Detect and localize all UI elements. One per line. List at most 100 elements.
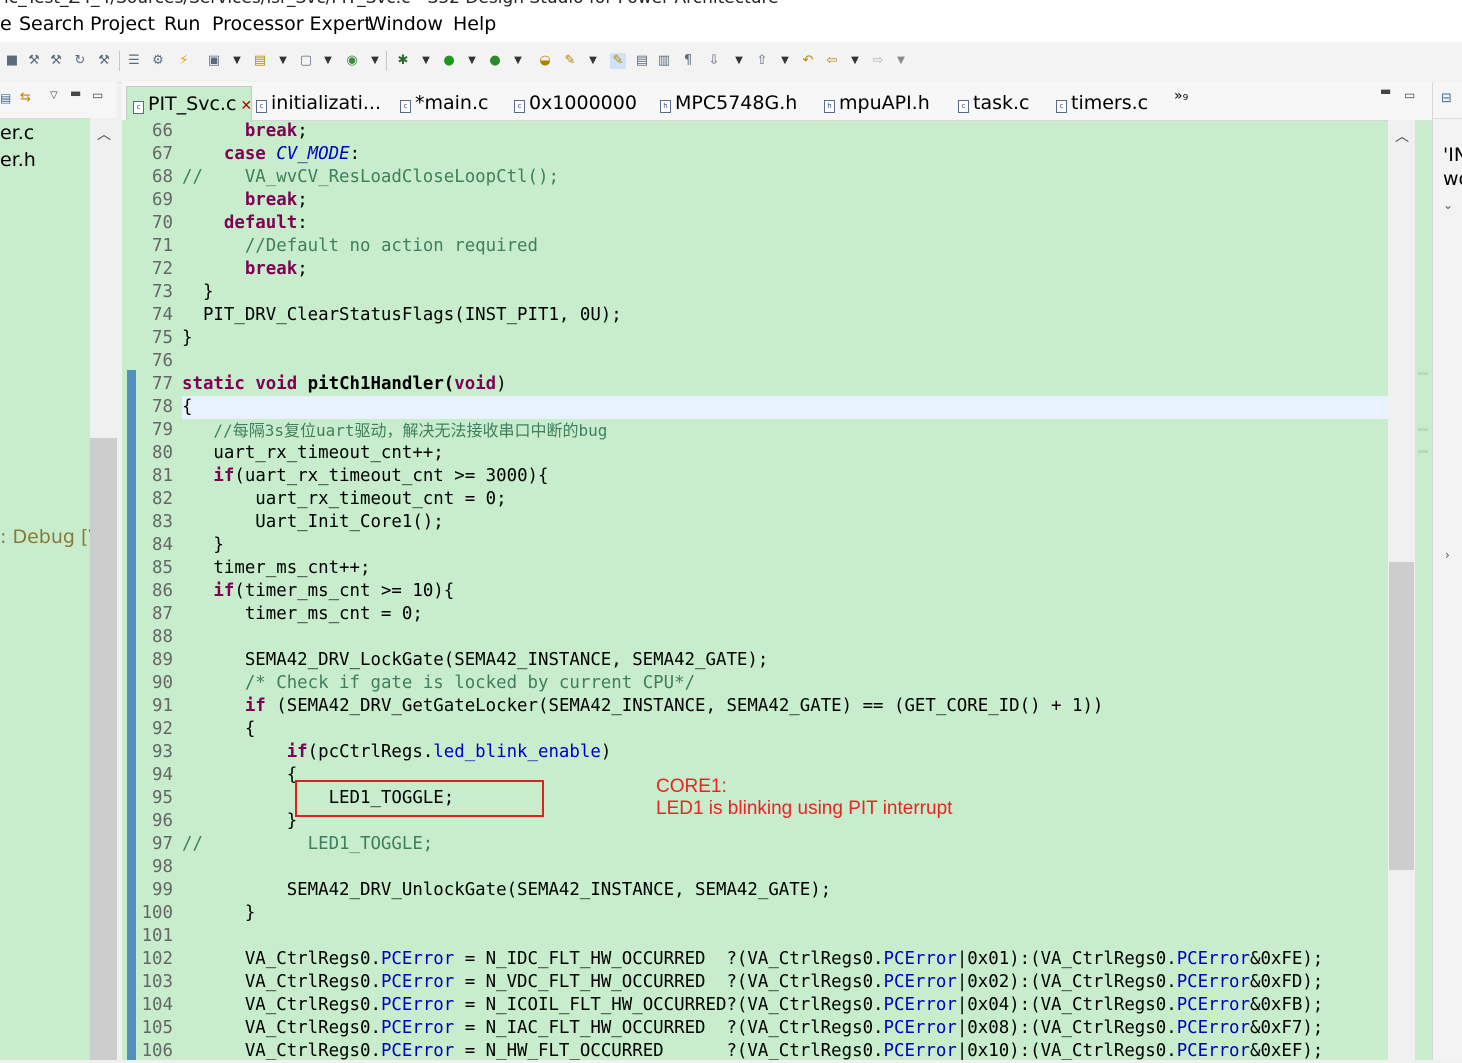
new-icon[interactable]: ▣: [206, 53, 222, 69]
chevron-down-icon[interactable]: ▼: [513, 53, 523, 69]
build-all-icon[interactable]: ⚒: [48, 53, 64, 69]
chevron-down-icon[interactable]: ▼: [278, 53, 288, 69]
code-line: timer_ms_cnt++;: [182, 558, 371, 578]
h-file-icon: h: [660, 100, 671, 113]
file-item[interactable]: er.c: [0, 122, 34, 144]
chevron-down-icon[interactable]: ▼: [734, 53, 744, 69]
tab-task[interactable]: c task.c: [958, 86, 1029, 120]
word-wrap-icon[interactable]: ▤: [634, 53, 650, 69]
minimize-icon[interactable]: ▬: [1380, 84, 1391, 98]
menu-window[interactable]: Window: [368, 13, 443, 35]
chevron-down-icon[interactable]: ▼: [780, 53, 790, 69]
menu-processor-expert[interactable]: Processor Expert: [212, 13, 372, 35]
view-icon[interactable]: ▤: [0, 91, 11, 105]
menu-search[interactable]: Search: [19, 13, 84, 35]
refresh-target-icon[interactable]: ◉: [344, 53, 360, 69]
occurrence-marker[interactable]: [1418, 372, 1428, 375]
scroll-up-icon[interactable]: ︿: [1395, 126, 1409, 146]
line-number: 95: [152, 788, 173, 808]
maximize-icon[interactable]: ▭: [92, 88, 103, 102]
chevron-down-icon[interactable]: ⌄: [1443, 198, 1453, 212]
close-icon[interactable]: ✕: [240, 98, 252, 114]
c-file-icon: c: [256, 100, 267, 113]
outline-item[interactable]: wo: [1443, 168, 1462, 190]
scroll-up-icon[interactable]: ︿: [97, 124, 111, 144]
h-file-icon: h: [824, 100, 835, 113]
chevron-down-icon[interactable]: ▼: [421, 53, 431, 69]
scrollbar-thumb[interactable]: [90, 438, 117, 1060]
outline-icon[interactable]: ⊟: [1441, 91, 1452, 106]
editor-scrollbar[interactable]: ︿: [1388, 120, 1415, 1060]
code-line: SEMA42_DRV_UnlockGate(SEMA42_INSTANCE, S…: [182, 880, 832, 900]
save-icon[interactable]: ■: [4, 53, 20, 69]
forward-icon[interactable]: ⇨: [870, 53, 886, 69]
minimize-icon[interactable]: ▬: [70, 86, 81, 100]
file-item[interactable]: er.h: [0, 149, 36, 171]
chevron-down-icon[interactable]: ▼: [232, 53, 242, 69]
debug-icon[interactable]: ✱: [395, 53, 411, 69]
line-number: 105: [141, 1018, 173, 1038]
toolbar-separator: [386, 51, 387, 71]
chevron-right-icon[interactable]: ›: [1445, 548, 1450, 562]
line-number: 82: [152, 489, 173, 509]
lightning-icon[interactable]: ⚡: [176, 53, 192, 69]
tab-mpuapi[interactable]: h mpuAPI.h: [824, 86, 930, 120]
back-icon[interactable]: ⇦: [824, 53, 840, 69]
last-edit-icon[interactable]: ↶: [800, 53, 816, 69]
tab-initialization[interactable]: c initializati...: [256, 86, 381, 120]
view-menu-icon[interactable]: ▽: [50, 90, 58, 101]
debug-config-label[interactable]: : Debug [V: [0, 526, 101, 548]
next-annotation-icon[interactable]: ⇩: [706, 53, 722, 69]
toggle-mark-icon[interactable]: ✎: [610, 53, 626, 69]
occurrence-marker[interactable]: [1418, 450, 1428, 453]
tab-main[interactable]: c *main.c: [400, 86, 488, 120]
code-line: PIT_DRV_ClearStatusFlags(INST_PIT1, 0U);: [182, 305, 622, 325]
menu-edit[interactable]: e: [0, 13, 12, 35]
outline-item[interactable]: 'IN: [1443, 144, 1462, 166]
show-whitespace-icon[interactable]: ¶: [680, 53, 696, 69]
menu-run[interactable]: Run: [164, 13, 200, 35]
occurrence-marker[interactable]: [1418, 428, 1428, 431]
code-line: }: [182, 282, 214, 302]
menu-project[interactable]: Project: [90, 13, 155, 35]
code-area[interactable]: break; case CV_MODE: // VA_wvCV_ResLoadC…: [182, 120, 1388, 1060]
scrollbar-thumb[interactable]: [1389, 562, 1414, 870]
open-perspective-icon[interactable]: ◒: [537, 53, 553, 69]
line-number-gutter: 66 67 68 69 70 71 72 73 74 75 76 77 78 79 80 81 82 83 84 85…: [137, 120, 181, 1061]
new-file-icon[interactable]: ▢: [298, 53, 314, 69]
link-editor-icon[interactable]: ⇆: [20, 90, 31, 105]
block-select-icon[interactable]: ▥: [656, 53, 672, 69]
chevron-down-icon[interactable]: ▼: [467, 53, 477, 69]
chevron-down-icon[interactable]: ▼: [850, 53, 860, 69]
run-icon[interactable]: ●: [441, 53, 457, 69]
panel-header: ▤ ⇆ ▽ ▬ ▭: [0, 82, 117, 119]
tab-disassembly[interactable]: c 0x1000000: [514, 86, 637, 120]
clean-icon[interactable]: ⚒: [96, 53, 112, 69]
chevron-down-icon[interactable]: ▼: [370, 53, 380, 69]
external-tools-icon[interactable]: ●: [487, 53, 503, 69]
open-icon[interactable]: ▤: [252, 53, 268, 69]
build-icon[interactable]: ⚒: [26, 53, 42, 69]
list-icon[interactable]: ☰: [126, 53, 142, 69]
code-line: // VA_wvCV_ResLoadCloseLoopCtl();: [182, 167, 559, 187]
chevron-down-icon[interactable]: ▼: [896, 53, 906, 69]
annotation-highlight-box: [295, 780, 544, 817]
tab-mpc5748g[interactable]: h MPC5748G.h: [660, 86, 797, 120]
prev-annotation-icon[interactable]: ⇧: [754, 53, 770, 69]
code-line: break;: [244, 121, 308, 141]
tools-icon[interactable]: ⚙: [150, 53, 166, 69]
chevron-down-icon[interactable]: ▼: [323, 53, 333, 69]
menu-help[interactable]: Help: [453, 13, 496, 35]
code-line: }: [182, 903, 256, 923]
line-number: 90: [152, 673, 173, 693]
refresh-icon[interactable]: ↻: [72, 53, 88, 69]
pin-icon[interactable]: ✎: [562, 53, 578, 69]
tab-pit-svc[interactable]: c PIT_Svc.c ✕: [126, 86, 252, 122]
left-scrollbar[interactable]: ︿: [90, 118, 117, 1060]
code-line: }: [182, 535, 224, 555]
maximize-icon[interactable]: ▭: [1404, 88, 1415, 102]
tab-overflow[interactable]: »₉: [1174, 88, 1188, 104]
chevron-down-icon[interactable]: ▼: [588, 53, 598, 69]
code-line: //Default no action required: [244, 236, 538, 256]
tab-timers[interactable]: c timers.c: [1056, 86, 1148, 120]
